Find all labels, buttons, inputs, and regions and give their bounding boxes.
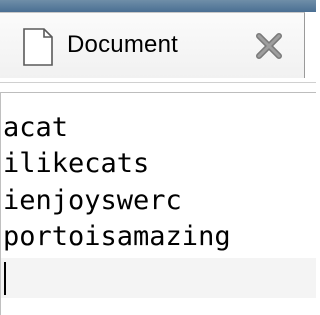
editor-window: Document acat ilikecats ienjoyswerc port… <box>0 0 316 315</box>
editor-line-4[interactable]: portoisamazing <box>3 223 231 250</box>
current-line-highlight <box>1 258 316 298</box>
tab-document[interactable]: Document <box>0 12 305 78</box>
editor-line-2[interactable]: ilikecats <box>3 150 149 177</box>
editor-line-1[interactable]: acat <box>3 114 68 141</box>
tab-bar: Document <box>0 12 316 82</box>
text-cursor <box>4 262 6 295</box>
document-icon <box>23 28 53 66</box>
tab-label: Document <box>67 31 178 58</box>
tab-separator <box>0 82 316 83</box>
title-strip <box>0 0 316 12</box>
close-icon[interactable] <box>255 32 283 60</box>
editor-line-3[interactable]: ienjoyswerc <box>3 187 182 214</box>
